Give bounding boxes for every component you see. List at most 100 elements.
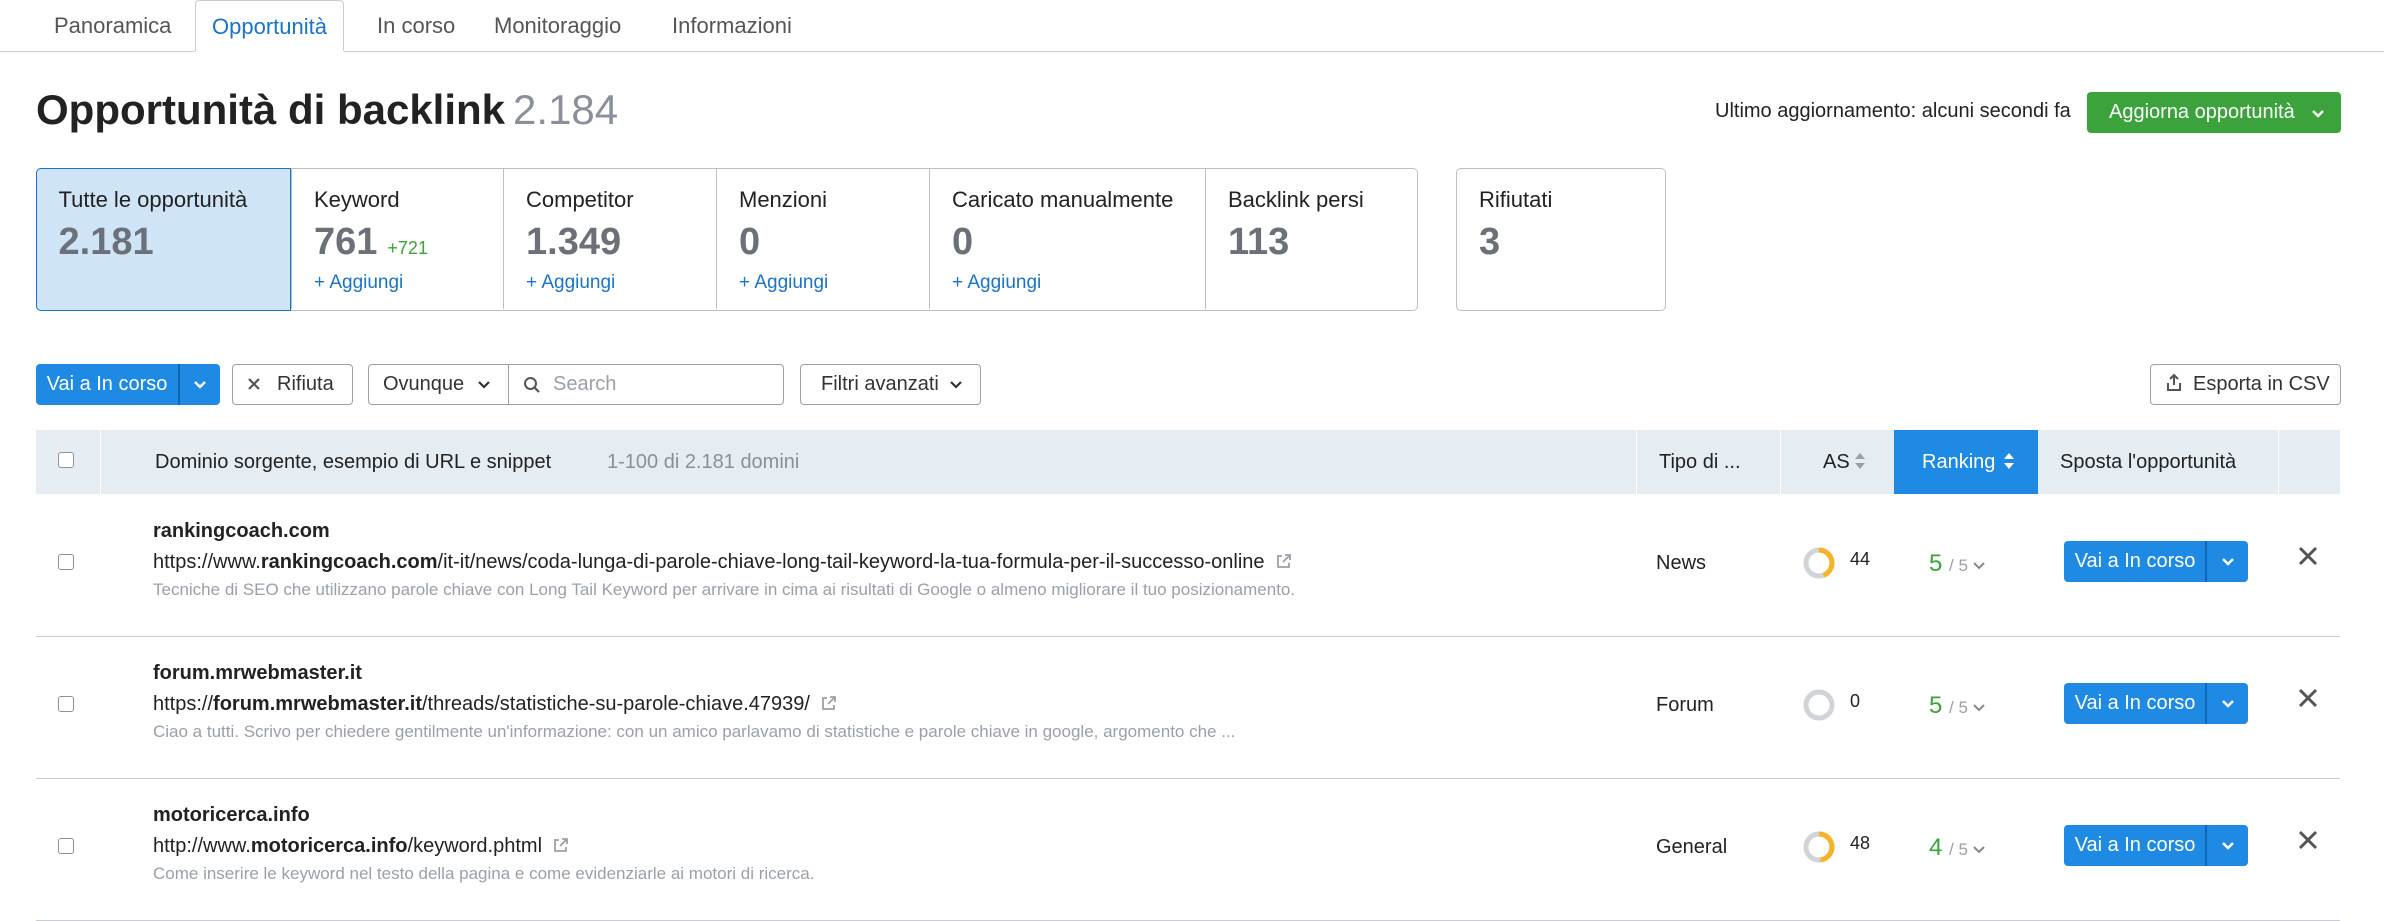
search-placeholder: Search — [553, 373, 617, 395]
col-as-label: AS — [1823, 451, 1850, 473]
reject-button[interactable]: Rifiuta — [232, 364, 353, 405]
card-competitor[interactable]: Competitor 1.349 + Aggiungi — [503, 169, 716, 309]
col-type-label: Tipo di ... — [1659, 451, 1741, 473]
move-opportunity-split-button: Vai a In corso — [2064, 683, 2248, 724]
col-source-label: Dominio sorgente, esempio di URL e snipp… — [155, 451, 552, 473]
card-rejected[interactable]: Rifiutati 3 — [1456, 168, 1666, 311]
external-link-icon[interactable] — [820, 695, 837, 718]
ranking-score: 5 — [1929, 692, 1943, 719]
close-icon — [247, 365, 261, 404]
card-value: 0 — [952, 221, 974, 263]
row-checkbox[interactable] — [58, 838, 74, 854]
go-in-progress-button[interactable]: Vai a In corso — [2064, 825, 2206, 866]
authority-score-value: 44 — [1850, 549, 1871, 569]
card-label: Keyword — [314, 187, 400, 212]
source-domain[interactable]: forum.mrwebmaster.it — [153, 662, 362, 685]
chevron-down-icon — [1972, 700, 1986, 717]
go-in-progress-button[interactable]: Vai a In corso — [36, 364, 178, 405]
update-opportunities-button[interactable]: Aggiorna opportunità — [2087, 92, 2341, 133]
select-all-cell — [36, 430, 100, 494]
url-path: /threads/statistiche-su-parole-chiave.47… — [421, 693, 810, 715]
card-value: 2.181 — [58, 220, 154, 263]
card-label: Backlink persi — [1228, 187, 1364, 212]
card-value: 113 — [1228, 221, 1290, 263]
ranking-value[interactable]: 5 / 5 — [1929, 550, 1986, 578]
export-csv-button[interactable]: Esporta in CSV — [2150, 364, 2341, 405]
ranking-score: 4 — [1929, 834, 1943, 861]
close-icon[interactable] — [2296, 686, 2320, 716]
reject-label: Rifiuta — [277, 373, 334, 395]
card-value: 1.349 — [526, 221, 622, 263]
tab-monitoraggio[interactable]: Monitoraggio — [478, 0, 637, 51]
add-competitor-link[interactable]: + Aggiungi — [526, 272, 694, 294]
location-select[interactable]: Ovunque — [368, 364, 509, 405]
external-link-icon[interactable] — [1275, 553, 1292, 576]
tab-bar: Panoramica Opportunità In corso Monitora… — [0, 0, 2384, 52]
select-all-checkbox[interactable] — [58, 452, 74, 468]
chevron-down-icon[interactable] — [2208, 683, 2248, 724]
add-manual-link[interactable]: + Aggiungi — [952, 272, 1183, 294]
chevron-down-icon — [1972, 558, 1986, 575]
source-type: Forum — [1656, 694, 1714, 716]
card-manual-upload[interactable]: Caricato manualmente 0 + Aggiungi — [929, 169, 1205, 309]
go-in-progress-split-button: Vai a In corso — [36, 364, 220, 405]
row-checkbox[interactable] — [58, 696, 74, 712]
search-input[interactable]: Search — [508, 364, 784, 405]
add-keyword-link[interactable]: + Aggiungi — [314, 272, 481, 294]
source-domain[interactable]: motoricerca.info — [153, 804, 310, 827]
advanced-filters-label: Filtri avanzati — [821, 373, 939, 395]
close-icon[interactable] — [2296, 544, 2320, 574]
last-update-text: Ultimo aggiornamento: alcuni secondi fa — [1715, 100, 2071, 122]
source-url[interactable]: http://www.motoricerca.info/keyword.phtm… — [153, 835, 569, 860]
table-row: motoricerca.info http://www.motoricerca.i… — [36, 778, 2340, 921]
go-in-progress-button[interactable]: Vai a In corso — [2064, 541, 2206, 582]
card-label: Menzioni — [739, 187, 828, 212]
url-path: /it-it/news/coda-lunga-di-parole-chiave-… — [437, 551, 1265, 573]
search-icon — [523, 376, 541, 399]
tab-informazioni[interactable]: Informazioni — [656, 0, 808, 51]
advanced-filters-button[interactable]: Filtri avanzati — [800, 364, 981, 405]
ranking-value[interactable]: 4 / 5 — [1929, 834, 1986, 862]
ranking-value[interactable]: 5 / 5 — [1929, 692, 1986, 720]
col-type[interactable]: Tipo di ... — [1636, 430, 1781, 494]
tab-opportunita[interactable]: Opportunità — [195, 0, 344, 52]
tab-panoramica[interactable]: Panoramica — [38, 0, 187, 51]
card-label: Tutte le opportunità — [58, 186, 248, 212]
ranking-max: / 5 — [1949, 556, 1968, 575]
add-menzioni-link[interactable]: + Aggiungi — [739, 272, 907, 294]
source-type: News — [1656, 552, 1707, 574]
chevron-down-icon[interactable] — [2208, 541, 2248, 582]
row-checkbox[interactable] — [58, 554, 74, 570]
page-title-text: Opportunità di backlink — [36, 86, 506, 133]
authority-score-donut — [1803, 547, 1835, 579]
url-domain: forum.mrwebmaster.it — [213, 693, 422, 715]
card-label: Caricato manualmente — [952, 187, 1174, 212]
source-domain[interactable]: rankingcoach.com — [153, 520, 330, 543]
ranking-max: / 5 — [1949, 698, 1968, 717]
col-ranking[interactable]: Ranking — [1894, 430, 2038, 494]
col-source: Dominio sorgente, esempio di URL e snipp… — [100, 430, 1671, 494]
card-keyword[interactable]: Keyword 761 +721 + Aggiungi — [291, 169, 503, 309]
col-actions — [2278, 430, 2341, 494]
move-opportunity-split-button: Vai a In corso — [2064, 825, 2248, 866]
col-as[interactable]: AS — [1780, 430, 1895, 494]
authority-score-value: 0 — [1850, 691, 1861, 711]
go-in-progress-button[interactable]: Vai a In corso — [2064, 683, 2206, 724]
source-url[interactable]: https://www.rankingcoach.com/it-it/news/… — [153, 551, 1292, 576]
sort-icon — [1853, 450, 1867, 472]
col-move-label: Sposta l'opportunità — [2060, 451, 2237, 473]
card-lost-backlinks[interactable]: Backlink persi 113 — [1205, 169, 1416, 309]
snippet-text: Come inserire le keyword nel testo della… — [153, 864, 815, 883]
source-url[interactable]: https://forum.mrwebmaster.it/threads/sta… — [153, 693, 837, 718]
close-icon[interactable] — [2296, 828, 2320, 858]
divider — [2205, 683, 2207, 724]
external-link-icon[interactable] — [552, 837, 569, 860]
chevron-down-icon[interactable] — [2208, 825, 2248, 866]
card-value: 0 — [739, 221, 761, 263]
ranking-max: / 5 — [1949, 840, 1968, 859]
card-menzioni[interactable]: Menzioni 0 + Aggiungi — [716, 169, 929, 309]
card-label: Rifiutati — [1479, 187, 1553, 212]
chevron-down-icon[interactable] — [180, 364, 220, 405]
tab-in-corso[interactable]: In corso — [361, 0, 471, 51]
card-all-opportunities[interactable]: Tutte le opportunità 2.181 — [35, 167, 291, 311]
